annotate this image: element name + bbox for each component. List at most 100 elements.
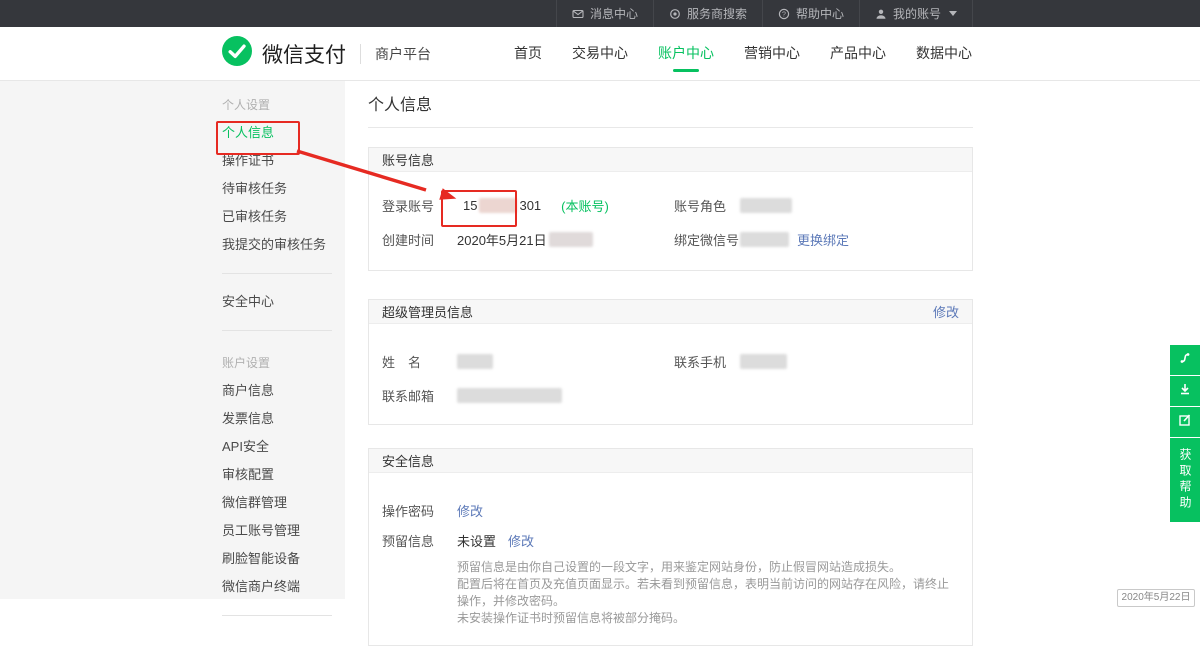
link-button[interactable] xyxy=(1170,345,1200,375)
sidebar-group-personal-settings: 个人设置 xyxy=(222,91,345,119)
chevron-down-icon xyxy=(949,11,957,16)
redacted-admin-name xyxy=(457,354,493,369)
sidebar: 个人设置 个人信息 操作证书 待审核任务 已审核任务 我提交的审核任务 安全中心… xyxy=(0,81,345,599)
redacted-wechat-id xyxy=(740,232,789,247)
question-icon: ? xyxy=(778,8,790,20)
wechat-pay-logo-icon xyxy=(222,36,252,71)
reserved-info-note: 预留信息是由你自己设置的一段文字，用来鉴定网站身份，防止假冒网站造成损失。 xyxy=(457,559,959,576)
account-info-section-header: 账号信息 xyxy=(369,148,972,172)
created-time-value: 2020年5月21日 xyxy=(457,230,547,249)
topbar-item-provider-search[interactable]: 服务商搜索 xyxy=(653,0,762,27)
section-title: 超级管理员信息 xyxy=(382,302,473,321)
sidebar-item-wechat-group-management[interactable]: 微信群管理 xyxy=(222,489,345,517)
topbar: 消息中心 服务商搜索 ? 帮助中心 我的账号 xyxy=(0,0,1200,27)
envelope-icon xyxy=(572,8,584,20)
created-time-label: 创建时间 xyxy=(382,230,457,249)
topbar-item-label: 服务商搜索 xyxy=(687,5,747,22)
main-content: 个人信息 账号信息 登录账号 15 301 xyxy=(368,81,973,646)
change-binding-link[interactable]: 更换绑定 xyxy=(797,230,849,249)
sidebar-item-api-security[interactable]: API安全 xyxy=(222,433,345,461)
sidebar-item-operation-certificate[interactable]: 操作证书 xyxy=(222,147,345,175)
nav-item-account-center[interactable]: 账户中心 xyxy=(643,27,729,80)
sidebar-divider xyxy=(222,615,332,616)
nav-item-product-center[interactable]: 产品中心 xyxy=(815,27,901,80)
feedback-button[interactable] xyxy=(1170,407,1200,437)
nav-item-home[interactable]: 首页 xyxy=(499,27,557,80)
sidebar-item-staff-account-management[interactable]: 员工账号管理 xyxy=(222,517,345,545)
svg-text:?: ? xyxy=(782,11,786,18)
link-icon xyxy=(1177,350,1193,371)
sidebar-item-pending-review-tasks[interactable]: 待审核任务 xyxy=(222,175,345,203)
page-body: 个人设置 个人信息 操作证书 待审核任务 已审核任务 我提交的审核任务 安全中心… xyxy=(0,81,1200,599)
sidebar-item-invoice-info[interactable]: 发票信息 xyxy=(222,405,345,433)
reserved-info-value: 未设置 xyxy=(457,531,496,550)
get-help-button[interactable]: 获取帮助 xyxy=(1170,438,1200,522)
sidebar-item-security-center[interactable]: 安全中心 xyxy=(222,288,345,316)
sidebar-item-wechat-merchant-terminal[interactable]: 微信商户终端 xyxy=(222,573,345,601)
login-account-suffix: 301 xyxy=(519,198,541,213)
contact-email-label: 联系邮箱 xyxy=(382,386,457,405)
edit-admin-link[interactable]: 修改 xyxy=(933,302,959,321)
sidebar-item-review-config[interactable]: 审核配置 xyxy=(222,461,345,489)
admin-name-label: 姓 名 xyxy=(382,352,457,371)
bound-wechat-field: 绑定微信号 更换绑定 xyxy=(674,230,849,249)
nav-item-marketing-center[interactable]: 营销中心 xyxy=(729,27,815,80)
contact-email-field: 联系邮箱 xyxy=(382,386,674,405)
brand-name: 微信支付 xyxy=(262,39,346,69)
topbar-item-help-center[interactable]: ? 帮助中心 xyxy=(762,0,859,27)
sidebar-item-personal-info[interactable]: 个人信息 xyxy=(222,119,345,147)
account-role-label: 账号角色 xyxy=(674,196,740,215)
redacted-contact-email xyxy=(457,388,562,403)
reserved-info-label: 预留信息 xyxy=(382,531,457,550)
reserved-info-note: 未安装操作证书时预留信息将被部分掩码。 xyxy=(457,610,959,627)
super-admin-section-header: 超级管理员信息 修改 xyxy=(369,300,972,324)
download-icon xyxy=(1177,381,1193,402)
redacted-created-time xyxy=(549,232,593,247)
reserved-info-field: 预留信息 未设置 修改 xyxy=(382,527,959,553)
sidebar-divider xyxy=(222,273,332,274)
page-title: 个人信息 xyxy=(368,95,973,117)
login-account-prefix: 15 xyxy=(463,198,477,213)
title-divider xyxy=(368,127,973,128)
topbar-item-message-center[interactable]: 消息中心 xyxy=(556,0,653,27)
edit-reserved-info-link[interactable]: 修改 xyxy=(508,531,534,550)
account-info-section: 账号信息 登录账号 15 301 (本账号) xyxy=(368,147,973,271)
sidebar-divider xyxy=(222,330,332,331)
redacted-account-role xyxy=(740,198,792,213)
target-icon xyxy=(669,8,681,20)
sidebar-group-account-settings: 账户设置 xyxy=(222,349,345,377)
account-role-field: 账号角色 xyxy=(674,196,792,215)
login-account-field: 登录账号 15 301 (本账号) xyxy=(382,196,674,215)
section-title: 安全信息 xyxy=(382,451,434,470)
created-time-field: 创建时间 2020年5月21日 xyxy=(382,230,674,249)
brand-divider xyxy=(360,44,361,64)
login-account-label: 登录账号 xyxy=(382,196,457,215)
nav-item-transaction-center[interactable]: 交易中心 xyxy=(557,27,643,80)
contact-phone-label: 联系手机 xyxy=(674,352,740,371)
topbar-item-label: 我的账号 xyxy=(893,5,941,22)
bound-wechat-label: 绑定微信号 xyxy=(674,230,740,249)
reserved-info-note: 配置后将在首页及充值页面显示。若未看到预留信息，表明当前访问的网站存在风险，请终… xyxy=(457,576,959,610)
user-icon xyxy=(875,8,887,20)
nav-item-data-center[interactable]: 数据中心 xyxy=(901,27,987,80)
admin-name-field: 姓 名 xyxy=(382,352,674,371)
security-info-section: 安全信息 操作密码 修改 预留信息 未设置 修改 预留信息是由你自己设置的一段文… xyxy=(368,448,973,646)
sidebar-item-reviewed-tasks[interactable]: 已审核任务 xyxy=(222,203,345,231)
sidebar-item-face-smart-device[interactable]: 刷脸智能设备 xyxy=(222,545,345,573)
topbar-item-my-account[interactable]: 我的账号 xyxy=(859,0,973,27)
current-account-tag: (本账号) xyxy=(561,196,609,215)
topbar-item-label: 帮助中心 xyxy=(796,5,844,22)
sidebar-item-my-submitted-tasks[interactable]: 我提交的审核任务 xyxy=(222,231,345,259)
login-account-value: 15 301 xyxy=(457,198,547,213)
edit-icon xyxy=(1177,412,1193,433)
edit-password-link[interactable]: 修改 xyxy=(457,501,483,520)
brand-subtitle: 商户平台 xyxy=(375,44,431,64)
operation-password-label: 操作密码 xyxy=(382,501,457,520)
sidebar-item-merchant-info[interactable]: 商户信息 xyxy=(222,377,345,405)
redacted-login-middle xyxy=(479,198,517,213)
floating-help-menu: 获取帮助 xyxy=(1170,345,1200,522)
section-title: 账号信息 xyxy=(382,150,434,169)
brand: 微信支付 商户平台 xyxy=(222,36,431,71)
security-info-section-header: 安全信息 xyxy=(369,449,972,473)
download-button[interactable] xyxy=(1170,376,1200,406)
